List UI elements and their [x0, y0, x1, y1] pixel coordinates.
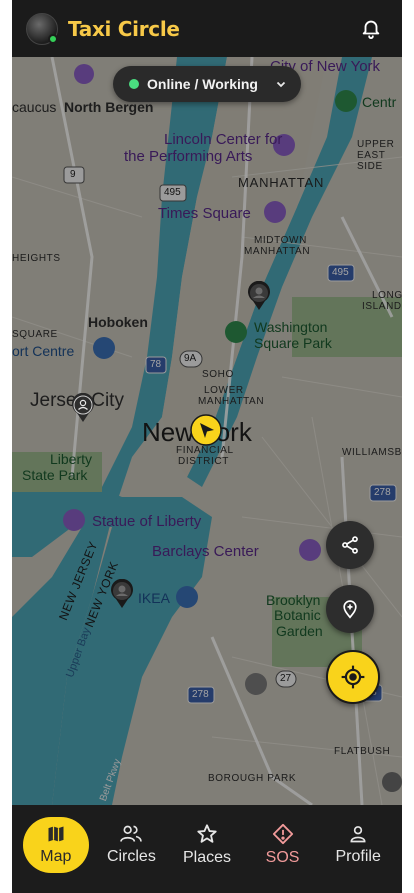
map-label: MANHATTAN: [198, 396, 265, 407]
bell-icon[interactable]: [360, 16, 382, 40]
driver-marker[interactable]: [246, 281, 272, 311]
user-icon: [350, 826, 366, 843]
route-label: 9: [70, 169, 76, 180]
map-label: Centr: [362, 94, 397, 110]
map-label: Lincoln Center for: [164, 131, 283, 148]
route-label: 278: [192, 689, 209, 700]
add-place-button[interactable]: [326, 585, 374, 633]
nav-sos[interactable]: SOS: [250, 817, 316, 873]
app-frame: Taxi Circle City of New York Centr caucu…: [12, 0, 402, 893]
nav-map-label: Map: [40, 848, 72, 865]
map-label: IKEA: [138, 590, 170, 606]
route-label: 495: [164, 187, 181, 198]
map-label: Square Park: [254, 335, 332, 351]
people-icon: [120, 825, 143, 842]
nav-circles[interactable]: Circles: [98, 817, 164, 873]
route-label: 78: [150, 359, 162, 370]
route-label: 9A: [184, 353, 197, 364]
map-label: SOHO: [202, 369, 234, 380]
map-view[interactable]: City of New York Centr caucus North Berg…: [12, 57, 402, 805]
person-marker[interactable]: [70, 393, 96, 423]
map-label: HEIGHTS: [12, 253, 61, 264]
online-dot: [48, 33, 58, 44]
map-label: Barclays Center: [152, 543, 259, 560]
map-label: Washington: [254, 319, 328, 335]
nav-sos-label: SOS: [265, 849, 300, 866]
bottom-navigation: Map Circles Places SOS Profile: [12, 805, 402, 885]
route-label: 27: [280, 673, 292, 684]
recenter-button[interactable]: [326, 650, 380, 704]
nav-profile[interactable]: Profile: [325, 817, 391, 873]
map-label: EAST: [357, 150, 386, 161]
map-label: Garden: [276, 623, 323, 639]
nav-places-label: Places: [182, 849, 231, 866]
crosshair-icon: [341, 665, 365, 689]
map-label: BOROUGH PARK: [208, 773, 297, 784]
status-dropdown[interactable]: Online / Working: [113, 66, 301, 102]
map-label: MANHATTAN: [238, 175, 325, 190]
map-label: ort Centre: [12, 343, 75, 359]
map-label: MIDTOWN: [254, 235, 307, 246]
map-icon: [48, 826, 64, 842]
add-location-icon: [343, 600, 357, 619]
star-icon: [197, 824, 217, 843]
map-label: SQUARE: [12, 329, 58, 340]
map-label: UPPER: [357, 139, 395, 150]
map-label: LONG: [372, 290, 402, 301]
map-label: DISTRICT: [178, 456, 229, 467]
map-label: MANHATTAN: [244, 246, 311, 257]
map-label: State Park: [22, 467, 88, 483]
top-bar: Taxi Circle: [12, 0, 402, 57]
current-location-icon: [190, 414, 222, 446]
nav-places[interactable]: Places: [174, 817, 240, 873]
map-label: FINANCIAL: [176, 445, 234, 456]
nav-profile-label: Profile: [335, 848, 381, 865]
chevron-down-icon: [276, 81, 286, 88]
map-label: Hoboken: [88, 314, 148, 330]
app-title: Taxi Circle: [68, 16, 180, 41]
driver-marker[interactable]: [109, 579, 135, 609]
map-label: SIDE: [357, 161, 383, 172]
map-label: the Performing Arts: [124, 148, 253, 165]
map-label: Botanic: [274, 607, 321, 623]
map-label: LOWER: [204, 385, 244, 396]
status-indicator: [129, 79, 139, 89]
map-label: FLATBUSH: [334, 746, 391, 757]
route-label: 278: [374, 487, 391, 498]
map-label: Liberty: [50, 451, 93, 467]
map-label: Statue of Liberty: [92, 513, 202, 530]
map-label: ISLAND: [362, 301, 402, 312]
map-label: caucus: [12, 99, 57, 115]
alert-icon: [272, 823, 293, 845]
avatar[interactable]: [26, 12, 58, 45]
map-label: Times Square: [158, 205, 251, 222]
status-label: Online / Working: [147, 76, 258, 92]
nav-map[interactable]: Map: [22, 817, 89, 873]
share-button[interactable]: [326, 521, 374, 569]
map-label: Brooklyn: [266, 592, 321, 608]
map-label: WILLIAMSBU: [342, 447, 402, 458]
route-label: 495: [332, 267, 349, 278]
nav-circles-label: Circles: [106, 848, 156, 865]
share-icon: [342, 536, 358, 554]
